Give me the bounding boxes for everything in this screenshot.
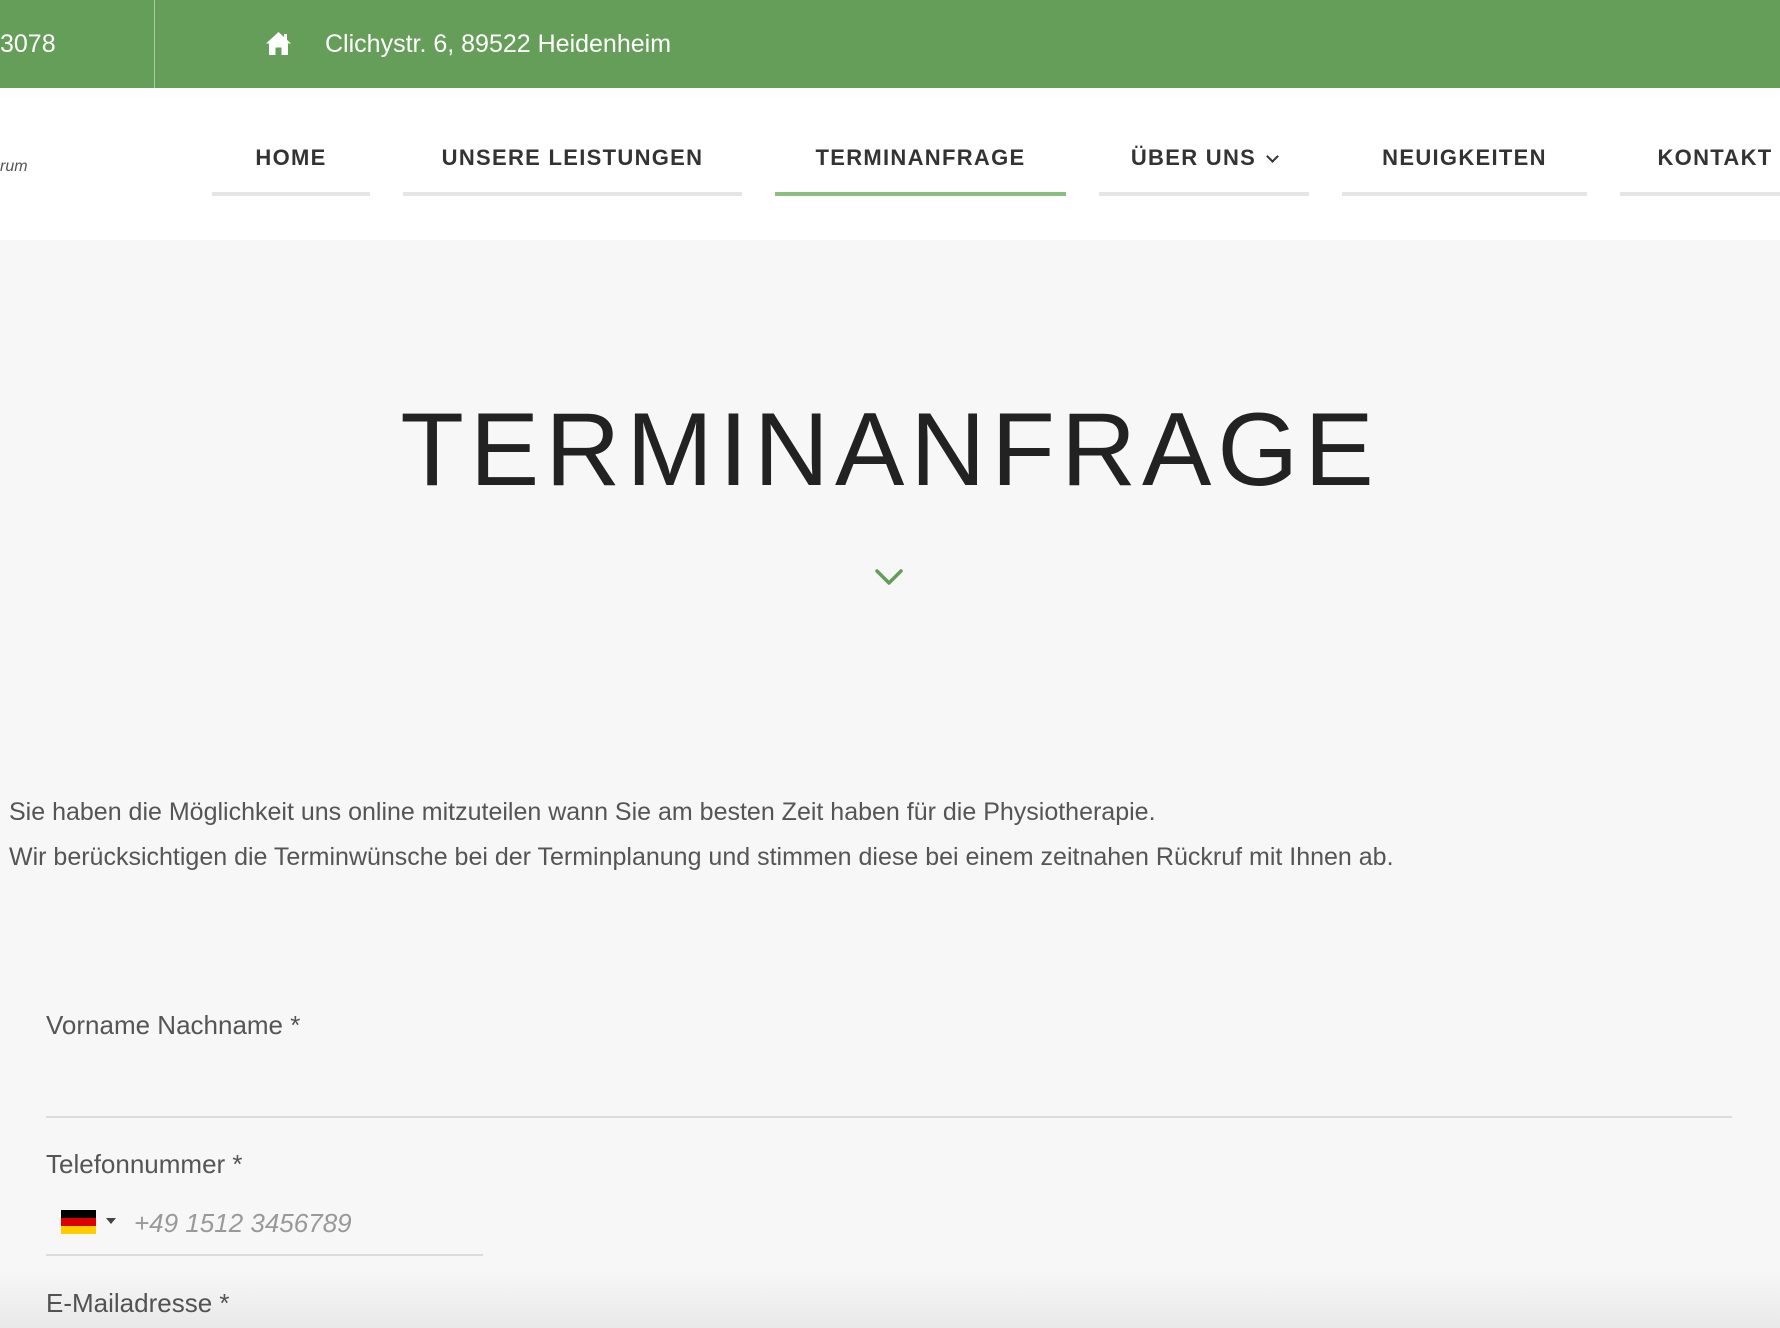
nav-item-label: NEUIGKEITEN bbox=[1382, 145, 1547, 170]
nav-item-appointment[interactable]: TERMINANFRAGE bbox=[775, 146, 1066, 196]
nav-item-services[interactable]: UNSERE LEISTUNGEN bbox=[403, 146, 742, 196]
name-input[interactable] bbox=[46, 1070, 1736, 1116]
nav-item-about[interactable]: ÜBER UNS bbox=[1099, 146, 1309, 196]
germany-flag-icon[interactable] bbox=[61, 1210, 96, 1234]
phone-input[interactable] bbox=[132, 1202, 476, 1244]
nav-item-news[interactable]: NEUIGKEITEN bbox=[1342, 146, 1587, 196]
logo[interactable]: rum bbox=[0, 158, 28, 176]
phone-input-underline bbox=[46, 1254, 483, 1256]
topbar-phone-number[interactable]: 3078 bbox=[0, 29, 56, 59]
main-navigation: rum HOME UNSERE LEISTUNGEN TERMINANFRAGE… bbox=[0, 88, 1780, 240]
nav-item-label: ÜBER UNS bbox=[1130, 145, 1257, 170]
nav-item-contact[interactable]: KONTAKT bbox=[1620, 146, 1780, 196]
name-field-label: Vorname Nachname * bbox=[46, 1010, 301, 1040]
flag-stripe-black bbox=[61, 1210, 96, 1218]
nav-item-label: TERMINANFRAGE bbox=[815, 145, 1026, 170]
flag-stripe-gold bbox=[61, 1226, 96, 1234]
page-title: TERMINANFRAGE bbox=[400, 392, 1380, 508]
bottom-shadow bbox=[0, 1270, 1780, 1328]
chevron-down-icon bbox=[1266, 150, 1280, 163]
nav-item-home[interactable]: HOME bbox=[212, 146, 370, 196]
email-field-label: E-Mailadresse * bbox=[46, 1288, 230, 1318]
chevron-down-icon[interactable] bbox=[875, 568, 903, 586]
nav-item-label: HOME bbox=[255, 145, 327, 170]
topbar-divider bbox=[154, 0, 155, 88]
topbar-address: Clichystr. 6, 89522 Heidenheim bbox=[325, 30, 672, 58]
flag-stripe-red bbox=[61, 1218, 96, 1226]
country-select-caret-icon[interactable] bbox=[106, 1218, 116, 1224]
phone-field-label: Telefonnummer * bbox=[46, 1149, 243, 1179]
intro-line: Wir berücksichtigen die Terminwünsche be… bbox=[9, 843, 1394, 871]
nav-item-label: KONTAKT bbox=[1657, 145, 1773, 170]
top-info-bar: 3078 Clichystr. 6, 89522 Heidenheim bbox=[0, 0, 1780, 88]
intro-line: Sie haben die Möglichkeit uns online mit… bbox=[9, 798, 1156, 826]
home-icon bbox=[266, 32, 291, 55]
nav-item-label: UNSERE LEISTUNGEN bbox=[441, 145, 704, 170]
name-input-underline bbox=[46, 1116, 1732, 1118]
intro-text: Sie haben die Möglichkeit uns online mit… bbox=[9, 790, 1394, 880]
